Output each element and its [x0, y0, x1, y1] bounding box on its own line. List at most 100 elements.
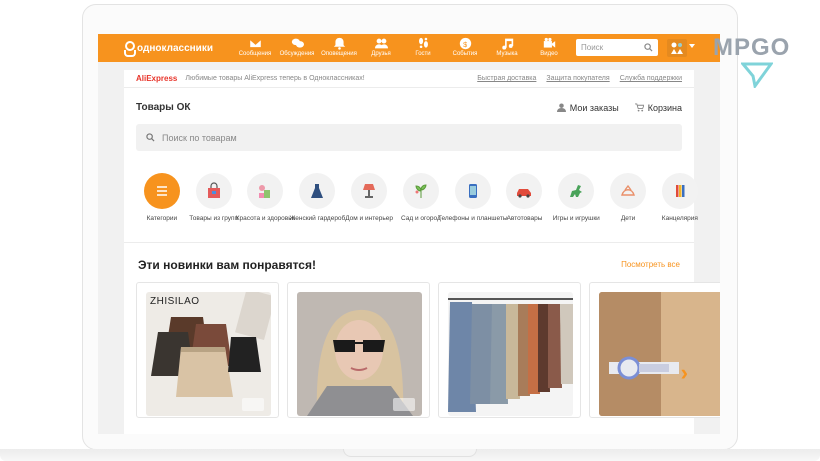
category-all[interactable]: Категории: [136, 173, 188, 223]
category-list: Категории Товары из групп Красота и здор…: [136, 173, 706, 223]
search-icon[interactable]: [644, 43, 653, 52]
top-navbar: одноклассники Сообщения Обсуждения Опове…: [98, 34, 720, 62]
nav-label: Видео: [540, 51, 558, 57]
aliexpress-bar: AliExpress Любимые товары AliExpress теп…: [124, 70, 694, 88]
product-brand: ZHISILAO: [150, 296, 200, 307]
shop-header: Товары ОК Мои заказы Корзина: [136, 102, 682, 113]
cart-label: Корзина: [647, 102, 682, 113]
footprints-icon: [402, 36, 444, 50]
category-group-goods[interactable]: Товары из групп: [188, 173, 240, 223]
category-toys[interactable]: Игры и игрушки: [550, 173, 602, 223]
nav-label: Гости: [415, 51, 431, 57]
see-all-link[interactable]: Посмотреть все: [621, 260, 680, 269]
watermark-logo-icon: [741, 62, 773, 88]
pencils-icon: [661, 173, 698, 209]
product-card[interactable]: [438, 282, 581, 418]
carousel-next-button[interactable]: ›: [681, 360, 688, 386]
pleated-skirts-photo: [448, 292, 573, 416]
envelope-icon: [234, 36, 276, 50]
friends-icon: [360, 36, 402, 50]
category-beauty[interactable]: Красота и здоровье: [236, 173, 295, 223]
category-label: Автотовары: [506, 215, 543, 222]
cart-link[interactable]: Корзина: [634, 102, 682, 113]
aliexpress-links: Быстрая доставка Защита покупателя Служб…: [477, 75, 682, 82]
nav-label: Друзья: [371, 51, 391, 57]
nav-label: Сообщения: [238, 51, 272, 57]
category-label: Красота и здоровье: [235, 215, 296, 222]
watermark-text: MPGO: [713, 34, 791, 61]
site-logo-text: одноклассники: [137, 42, 213, 54]
nav-friends[interactable]: Друзья: [360, 36, 402, 58]
nav-label: Обсуждения: [279, 51, 315, 57]
divider: [124, 242, 694, 243]
category-kids[interactable]: Дети: [602, 173, 654, 223]
nav-discussions[interactable]: Обсуждения: [276, 36, 318, 58]
camera-icon: [393, 398, 415, 411]
nav-video[interactable]: Видео: [528, 36, 570, 58]
product-card[interactable]: ZHISILAO: [136, 282, 279, 418]
nav-messages[interactable]: Сообщения: [234, 36, 276, 58]
category-label: Категории: [146, 215, 178, 222]
avatar-figure-icon: [671, 42, 683, 54]
nav-notifications[interactable]: Оповещения: [318, 36, 360, 58]
plant-icon: [402, 173, 439, 209]
ok-logo-icon: [123, 41, 136, 57]
category-home[interactable]: Дом и интерьер: [343, 173, 395, 223]
category-label: Товары из групп: [189, 215, 239, 222]
nav-events[interactable]: $ События: [444, 36, 486, 58]
events-icon: $: [444, 36, 486, 50]
main-nav: Сообщения Обсуждения Оповещения Друзья Г…: [234, 36, 570, 58]
product-carousel: ZHISILAO: [136, 282, 720, 418]
shopping-bag-icon: [195, 173, 232, 209]
nav-music[interactable]: Музыка: [486, 36, 528, 58]
shop-page: AliExpress Любимые товары AliExpress теп…: [124, 70, 720, 434]
menu-icon: [143, 173, 180, 209]
nav-label: События: [452, 51, 478, 57]
music-icon: [486, 36, 528, 50]
lamp-icon: [351, 173, 388, 209]
link-buyer-protection[interactable]: Защита покупателя: [546, 75, 609, 82]
category-label: Дети: [620, 215, 636, 222]
category-label: Женский гардероб: [289, 215, 346, 222]
laptop-notch: [343, 449, 477, 457]
nav-label: Оповещения: [321, 51, 357, 57]
link-fast-delivery[interactable]: Быстрая доставка: [477, 75, 536, 82]
product-search-input[interactable]: Поиск по товарам: [136, 124, 682, 151]
category-label: Канцелярия: [661, 215, 698, 222]
site-logo[interactable]: одноклассники: [123, 41, 213, 57]
product-search-placeholder: Поиск по товарам: [162, 132, 237, 143]
search-placeholder: Поиск: [581, 43, 604, 52]
video-icon: [528, 36, 570, 50]
search-icon: [146, 133, 155, 142]
category-label: Телефоны и планшеты: [437, 215, 508, 222]
dress-icon: [299, 173, 336, 209]
bell-icon: [318, 36, 360, 50]
beauty-icon: [247, 173, 284, 209]
aliexpress-logo[interactable]: AliExpress: [136, 74, 177, 83]
my-orders-label: Мои заказы: [569, 102, 619, 113]
link-support[interactable]: Служба поддержки: [620, 75, 682, 82]
category-auto[interactable]: Автотовары: [499, 173, 551, 223]
chat-icon: [276, 36, 318, 50]
car-icon: [506, 173, 543, 209]
browser-screen: одноклассники Сообщения Обсуждения Опове…: [98, 34, 720, 434]
category-label: Сад и огород: [401, 215, 441, 222]
chevron-down-icon[interactable]: [689, 44, 695, 48]
category-stationery[interactable]: Канцелярия: [654, 173, 706, 223]
category-womens-wardrobe[interactable]: Женский гардероб: [289, 173, 346, 223]
product-card[interactable]: [589, 282, 720, 418]
my-orders-link[interactable]: Мои заказы: [556, 102, 619, 113]
category-label: Дом и интерьер: [345, 215, 393, 222]
dinosaur-icon: [558, 173, 595, 209]
top-search-input[interactable]: Поиск: [576, 39, 658, 56]
nav-guests[interactable]: Гости: [402, 36, 444, 58]
svg-text:$: $: [463, 39, 467, 48]
child-lock-photo: [599, 292, 720, 416]
category-label: Игры и игрушки: [552, 215, 600, 222]
page-title: Товары ОК: [136, 102, 191, 113]
camera-icon: [242, 398, 264, 411]
baby-icon: [610, 173, 647, 209]
product-card[interactable]: [287, 282, 430, 418]
user-avatar[interactable]: [667, 39, 687, 57]
category-phones[interactable]: Телефоны и планшеты: [438, 173, 508, 223]
